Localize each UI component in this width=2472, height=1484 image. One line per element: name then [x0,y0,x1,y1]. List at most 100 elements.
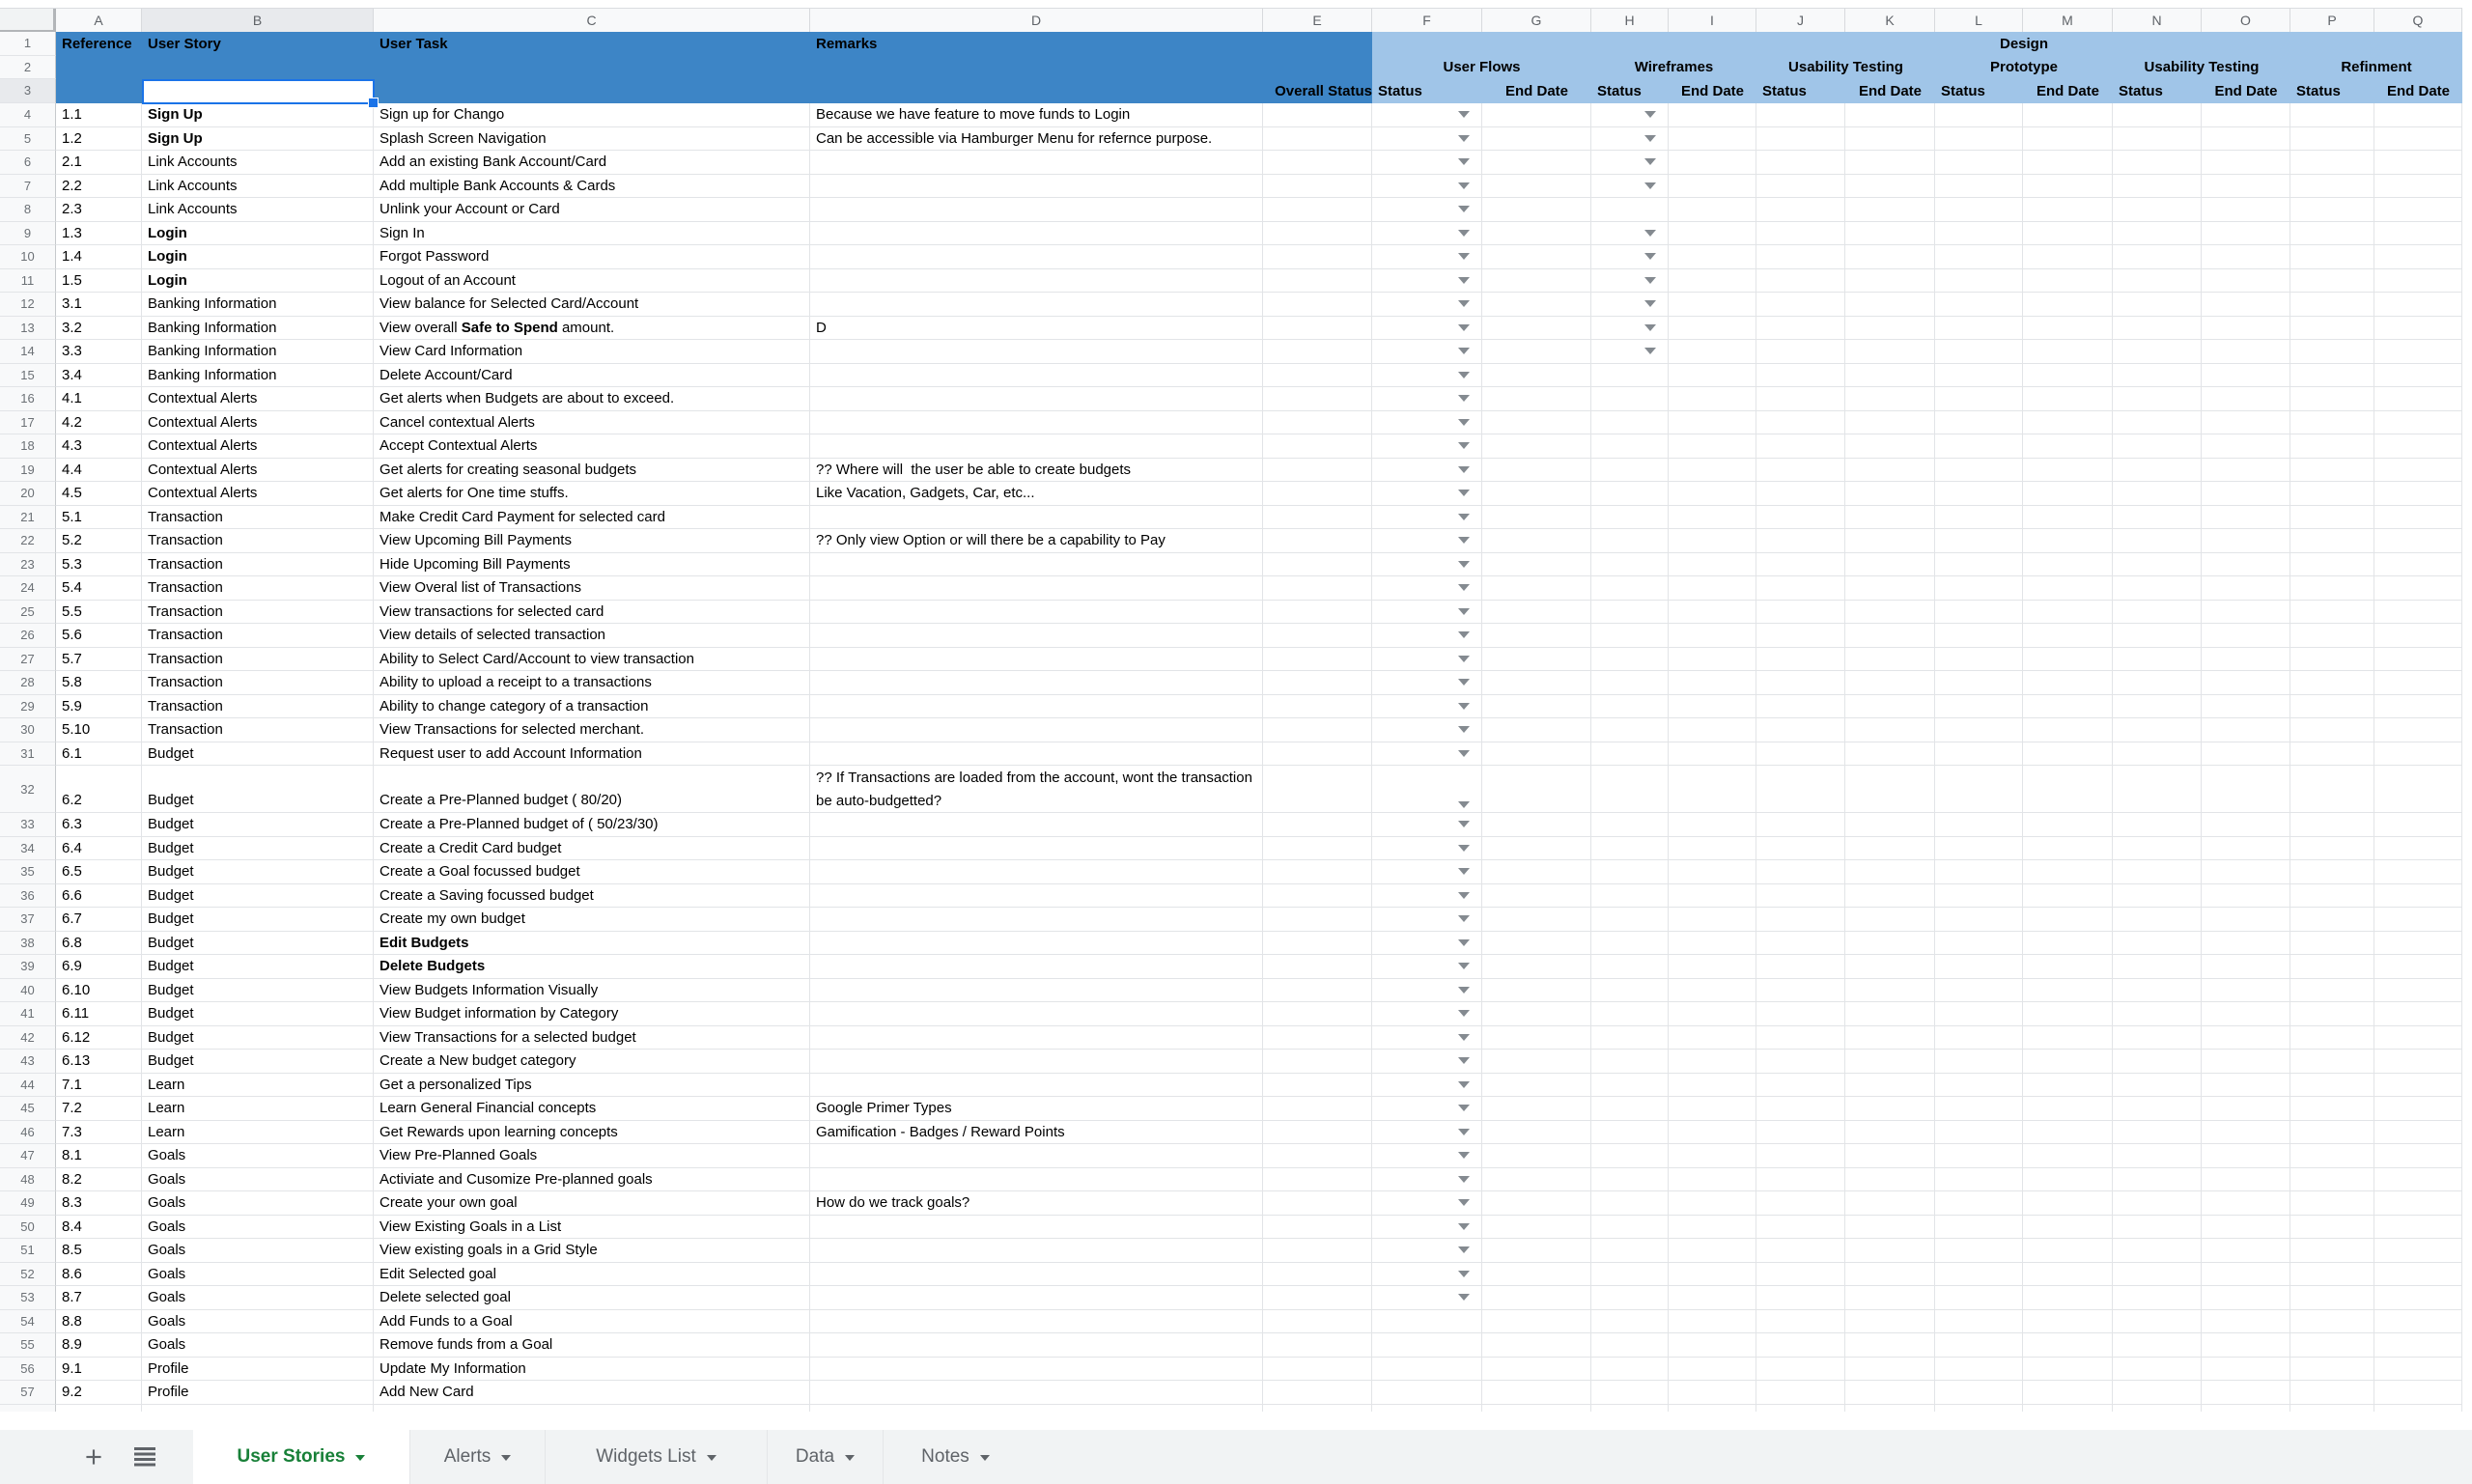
cell-J55[interactable] [1756,1333,1845,1358]
cell-F24[interactable] [1372,576,1482,601]
row-header-4[interactable]: 4 [0,103,56,127]
cell-H46[interactable] [1591,1121,1669,1145]
cell-K13[interactable] [1845,317,1935,341]
cell-H41[interactable] [1591,1002,1669,1026]
cell-B33[interactable]: Budget [142,813,374,837]
cell-F22[interactable] [1372,529,1482,553]
cell-F44[interactable] [1372,1074,1482,1098]
cell-D17[interactable] [810,411,1263,435]
cell-E57[interactable] [1263,1381,1372,1405]
status-dropdown-arrow-icon[interactable] [1458,1105,1470,1111]
cell-O52[interactable] [2202,1263,2290,1287]
cell-J50[interactable] [1756,1216,1845,1240]
cell-H13[interactable] [1591,317,1669,341]
cell-E45[interactable] [1263,1097,1372,1121]
cell-F47[interactable] [1372,1144,1482,1168]
cell-O11[interactable] [2202,269,2290,294]
cell-G27[interactable] [1482,648,1591,672]
cell-I42[interactable] [1669,1026,1756,1050]
cell-A23[interactable]: 5.3 [56,553,142,577]
cell-B23[interactable]: Transaction [142,553,374,577]
cell-Q13[interactable] [2374,317,2462,341]
column-header-J[interactable]: J [1756,9,1845,33]
cell-L39[interactable] [1935,955,2023,979]
cell-C9[interactable]: Sign In [374,222,810,246]
cell-A48[interactable]: 8.2 [56,1168,142,1192]
cell-Q52[interactable] [2374,1263,2462,1287]
cell-A58[interactable] [56,1405,142,1413]
cell-M28[interactable] [2023,671,2113,695]
row-header-6[interactable]: 6 [0,151,56,175]
cell-M39[interactable] [2023,955,2113,979]
cell-H20[interactable] [1591,482,1669,506]
cell-I47[interactable] [1669,1144,1756,1168]
status-dropdown-arrow-icon[interactable] [1644,230,1656,237]
cell-C49[interactable]: Create your own goal [374,1191,810,1216]
row-header-12[interactable]: 12 [0,293,56,317]
cell-G50[interactable] [1482,1216,1591,1240]
cell-M55[interactable] [2023,1333,2113,1358]
cell-G41[interactable] [1482,1002,1591,1026]
cell-K34[interactable] [1845,837,1935,861]
cell-H14[interactable] [1591,340,1669,364]
cell-I30[interactable] [1669,718,1756,742]
cell-A35[interactable]: 6.5 [56,860,142,884]
cell-N54[interactable] [2113,1310,2202,1334]
cell-H32[interactable] [1591,766,1669,813]
cell-P22[interactable] [2290,529,2374,553]
cell-I11[interactable] [1669,269,1756,294]
cell-G20[interactable] [1482,482,1591,506]
cell-K31[interactable] [1845,742,1935,767]
row-header-42[interactable]: 42 [0,1026,56,1050]
cell-I43[interactable] [1669,1050,1756,1074]
cell-K6[interactable] [1845,151,1935,175]
cell-I55[interactable] [1669,1333,1756,1358]
cell-K51[interactable] [1845,1239,1935,1263]
cell-E30[interactable] [1263,718,1372,742]
cell-E8[interactable] [1263,198,1372,222]
cell-F29[interactable] [1372,695,1482,719]
cell-F6[interactable] [1372,151,1482,175]
cell-L10[interactable] [1935,245,2023,269]
cell-O13[interactable] [2202,317,2290,341]
status-dropdown-arrow-icon[interactable] [1644,182,1656,189]
cell-P15[interactable] [2290,364,2374,388]
cell-N35[interactable] [2113,860,2202,884]
row-header-11[interactable]: 11 [0,269,56,294]
cell-J58[interactable] [1756,1405,1845,1413]
cell-G12[interactable] [1482,293,1591,317]
status-dropdown-arrow-icon[interactable] [1458,395,1470,402]
cell-A6[interactable]: 2.1 [56,151,142,175]
cell-I10[interactable] [1669,245,1756,269]
row-header-53[interactable]: 53 [0,1286,56,1310]
cell-H56[interactable] [1591,1358,1669,1382]
cell-H5[interactable] [1591,127,1669,152]
cell-A32[interactable]: 6.2 [56,766,142,813]
cell-P33[interactable] [2290,813,2374,837]
cell-A21[interactable]: 5.1 [56,506,142,530]
cell-A12[interactable]: 3.1 [56,293,142,317]
cell-H50[interactable] [1591,1216,1669,1240]
cell-A4[interactable]: 1.1 [56,103,142,127]
status-dropdown-arrow-icon[interactable] [1458,656,1470,662]
cell-A27[interactable]: 5.7 [56,648,142,672]
cell-K17[interactable] [1845,411,1935,435]
cell-K36[interactable] [1845,884,1935,909]
cell-H35[interactable] [1591,860,1669,884]
cell-A49[interactable]: 8.3 [56,1191,142,1216]
cell-A33[interactable]: 6.3 [56,813,142,837]
row-header-49[interactable]: 49 [0,1191,56,1216]
cell-E58[interactable] [1263,1405,1372,1413]
cell-N50[interactable] [2113,1216,2202,1240]
row-header-8[interactable]: 8 [0,198,56,222]
cell-H54[interactable] [1591,1310,1669,1334]
cell-L19[interactable] [1935,459,2023,483]
column-header-F[interactable]: F [1372,9,1482,33]
cell-N4[interactable] [2113,103,2202,127]
cell-O28[interactable] [2202,671,2290,695]
cell-Q53[interactable] [2374,1286,2462,1310]
cell-H12[interactable] [1591,293,1669,317]
status-dropdown-arrow-icon[interactable] [1458,726,1470,733]
cell-G23[interactable] [1482,553,1591,577]
cell-E19[interactable] [1263,459,1372,483]
